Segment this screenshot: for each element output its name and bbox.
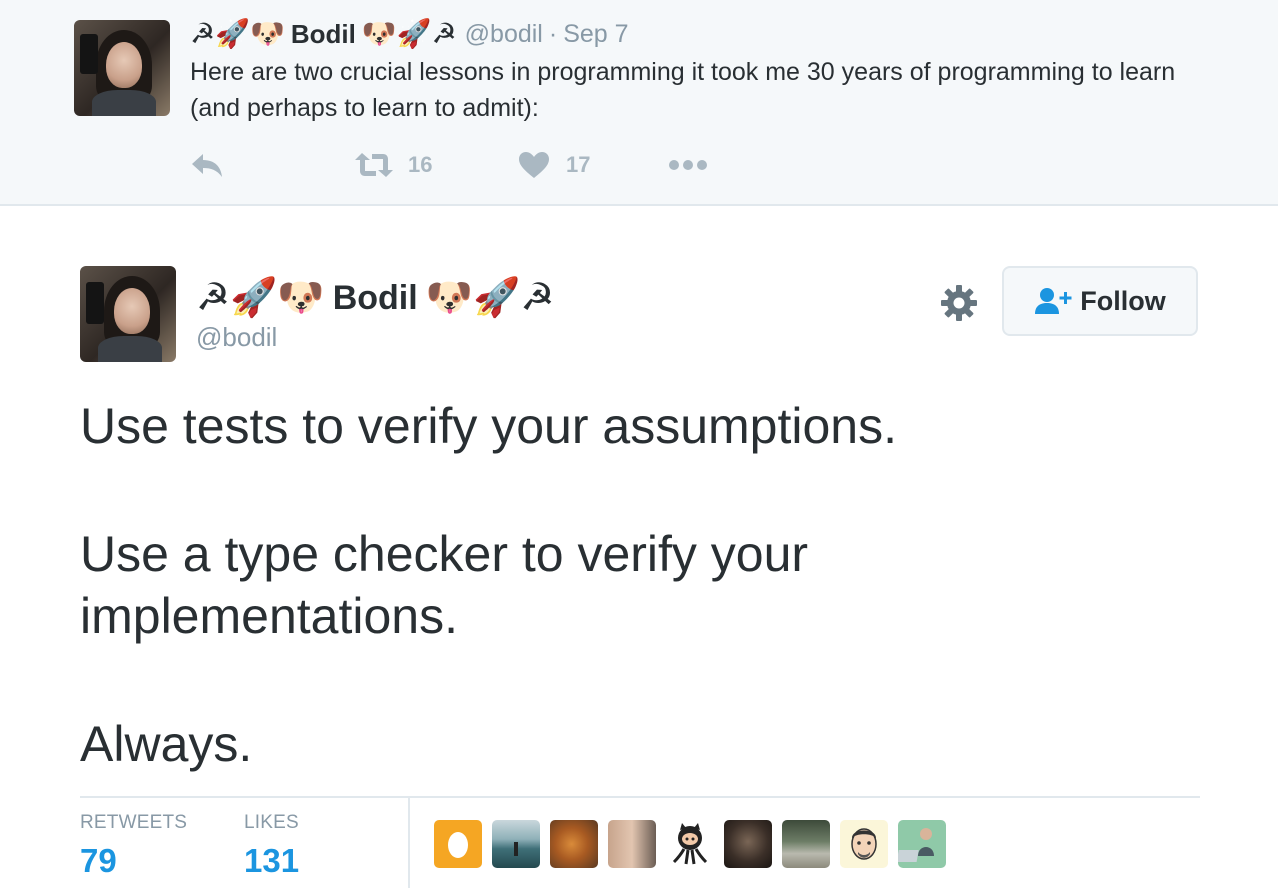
- parent-handle[interactable]: @bodil: [465, 20, 543, 49]
- liker-avatar-cartoon[interactable]: [840, 820, 888, 868]
- author-display-name[interactable]: Bodil: [333, 279, 418, 318]
- reply-icon: [192, 154, 222, 177]
- likes-stat[interactable]: LIKES 131: [244, 812, 299, 880]
- egg-icon: [448, 832, 468, 858]
- tweet-paragraph: Use tests to verify your assumptions.: [80, 398, 897, 454]
- retweets-count: 79: [80, 842, 117, 879]
- name-suffix-emoji: 🐶🚀☭: [361, 18, 457, 49]
- stats-vertical-divider: [408, 798, 410, 888]
- retweet-icon: [355, 153, 393, 177]
- liker-avatars: [434, 820, 956, 868]
- retweets-label: RETWEETS: [80, 812, 188, 833]
- parent-avatar[interactable]: [74, 20, 170, 116]
- liker-avatar-faces[interactable]: [608, 820, 656, 868]
- author-avatar[interactable]: [80, 266, 176, 362]
- more-button[interactable]: [668, 159, 708, 171]
- liker-avatar-lake[interactable]: [492, 820, 540, 868]
- parent-display-name[interactable]: Bodil: [291, 19, 356, 50]
- name-prefix-emoji: ☭🚀🐶: [196, 277, 325, 319]
- cartoon-face-icon: [851, 828, 877, 860]
- retweet-button[interactable]: 16: [354, 151, 518, 179]
- avatar-face: [106, 42, 142, 88]
- octocat-icon: [672, 823, 708, 865]
- separator-dot: ·: [548, 19, 558, 48]
- parent-retweet-count: 16: [408, 152, 433, 177]
- like-button[interactable]: 17: [518, 151, 668, 179]
- parent-date[interactable]: Sep 7: [563, 20, 628, 49]
- author-name-row: ☭🚀🐶 Bodil 🐶🚀☭: [196, 270, 556, 326]
- parent-tweet-header: ☭🚀🐶 Bodil 🐶🚀☭ @bodil · Sep 7: [190, 14, 629, 54]
- more-icon: [669, 160, 707, 170]
- tweet-paragraph: Use a type checker to verify your implem…: [80, 526, 809, 644]
- parent-tweet-actions: 16 17: [190, 145, 708, 185]
- liker-avatar-food[interactable]: [550, 820, 598, 868]
- gear-icon: [941, 285, 977, 321]
- likes-label: LIKES: [244, 812, 299, 833]
- tweet-text: Use tests to verify your assumptions. Us…: [80, 395, 1180, 775]
- author-handle[interactable]: @bodil: [196, 322, 277, 353]
- parent-tweet[interactable]: ☭🚀🐶 Bodil 🐶🚀☭ @bodil · Sep 7 Here are tw…: [0, 0, 1278, 206]
- liker-avatar-laptop[interactable]: [898, 820, 946, 868]
- reply-button[interactable]: [190, 152, 354, 178]
- liker-avatar-octocat[interactable]: [666, 820, 714, 868]
- liker-avatar-egg[interactable]: [434, 820, 482, 868]
- follow-person-icon: [1035, 288, 1072, 314]
- avatar-phone: [80, 34, 98, 74]
- name-prefix-emoji: ☭🚀🐶: [190, 18, 285, 49]
- follow-button[interactable]: Follow: [1002, 266, 1198, 336]
- avatar-face: [114, 288, 150, 334]
- follow-button-label: Follow: [1080, 285, 1166, 316]
- avatar-shirt: [92, 90, 156, 116]
- heart-icon: [519, 152, 549, 178]
- name-suffix-emoji: 🐶🚀☭: [425, 277, 555, 319]
- person-laptop-icon: [898, 828, 934, 862]
- avatar-shirt: [98, 336, 162, 362]
- retweets-stat[interactable]: RETWEETS 79: [80, 812, 187, 880]
- parent-like-count: 17: [566, 152, 591, 177]
- liker-avatar-bearded[interactable]: [724, 820, 772, 868]
- parent-tweet-text: Here are two crucial lessons in programm…: [190, 58, 1176, 122]
- tweet-paragraph: Always.: [80, 716, 253, 772]
- settings-button[interactable]: [940, 284, 978, 322]
- stats-divider: [80, 796, 1200, 798]
- avatar-phone: [86, 282, 104, 324]
- likes-count: 131: [244, 842, 300, 879]
- liker-avatar-park[interactable]: [782, 820, 830, 868]
